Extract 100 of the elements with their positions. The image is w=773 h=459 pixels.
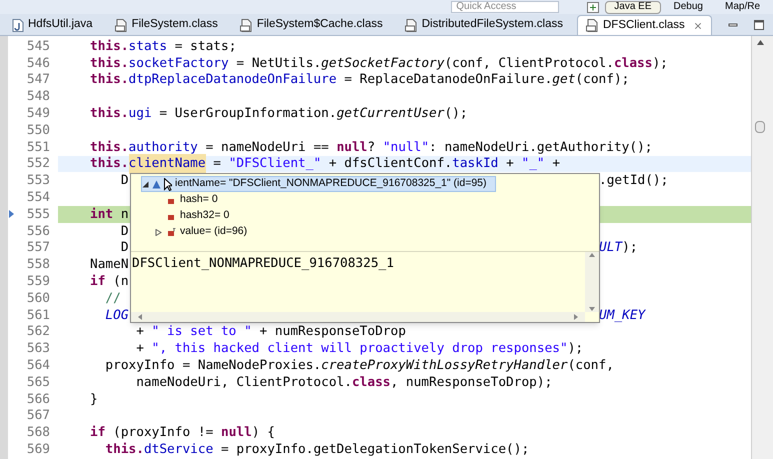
code-token: n [120, 206, 129, 224]
code-token: this. [90, 105, 129, 123]
code-token: D [120, 172, 129, 190]
line-number: 559 [26, 272, 50, 291]
code-token: + [551, 155, 560, 174]
editor-tab[interactable]: DistributedFileSystem.class [396, 15, 571, 35]
class-file-icon [404, 18, 418, 32]
code-token: ULT [599, 239, 622, 258]
code-token: ); [622, 239, 638, 258]
close-icon[interactable] [692, 20, 703, 30]
code-token: (n [112, 272, 129, 291]
open-perspective-icon[interactable] [587, 2, 600, 12]
code-token: = proxyInfo.getDelegationTokenService(); [220, 440, 530, 459]
line-number: 568 [26, 424, 50, 442]
code-token: (proxyInfo != [112, 424, 214, 442]
editor-tab[interactable]: FileSystem.class [106, 15, 226, 35]
code-token: = NetUtils. [235, 54, 322, 73]
code-token: if [90, 424, 106, 442]
code-token: ugi [128, 105, 152, 123]
code-token: // [104, 290, 121, 308]
java-file-icon [12, 18, 24, 32]
code-token: LOG [104, 306, 129, 325]
class-file-icon [586, 19, 599, 32]
line-number: 557 [26, 239, 50, 258]
scrollbar-thumb[interactable] [755, 121, 765, 133]
line-number: 545 [26, 38, 50, 56]
code-token: this. [90, 71, 129, 90]
scroll-up-icon[interactable] [757, 40, 764, 45]
line-number: 555 [26, 206, 50, 224]
maximize-icon[interactable] [753, 19, 765, 31]
line-number: 553 [26, 172, 50, 190]
code-token: class [352, 374, 390, 392]
field-icon [152, 180, 161, 188]
scroll-right-icon[interactable] [573, 314, 579, 320]
expanded-arrow-icon[interactable] [142, 180, 149, 188]
line-number: 550 [26, 122, 50, 140]
horizontal-scrollbar[interactable] [131, 312, 585, 322]
code-token: dtpReplaceDatanodeOnFailure [128, 71, 337, 90]
code-token: ); [568, 340, 584, 358]
code-token: , numResponseToDrop); [390, 374, 552, 392]
code-token: getSocketFactory [321, 54, 444, 73]
code-token: int [90, 206, 114, 224]
code-token: proxyInfo = NameNodeProxies. [104, 356, 322, 375]
code-token: + numResponseToDrop [258, 323, 406, 342]
code-token: (conf); [575, 71, 630, 90]
line-number: 567 [26, 407, 50, 426]
code-token: ? [367, 138, 376, 157]
code-token: NameN [90, 256, 129, 274]
code-token: null [336, 138, 368, 157]
editor-tab[interactable]: DFSClient.class [576, 15, 712, 35]
line-number: 560 [26, 290, 50, 308]
code-token: socketFactory [128, 54, 229, 73]
code-token: (); [444, 105, 468, 123]
class-file-icon [240, 18, 253, 32]
code-token: = [212, 155, 222, 174]
code-token: + [135, 323, 145, 342]
code-token: authority [128, 138, 198, 157]
pointer-cursor-icon [164, 178, 172, 190]
code-token: D [120, 222, 129, 241]
code-token: = ReplaceDatanodeOnFailure. [343, 71, 552, 90]
perspective-button[interactable]: Map/Re [716, 0, 769, 14]
field-value: hash= 0 [180, 192, 218, 208]
code-token: nameNodeUri, ClientProtocol. [135, 374, 352, 392]
editor-tab[interactable]: HdfsUtil.java [4, 15, 101, 35]
code-token: this. [104, 440, 144, 459]
collapsed-arrow-icon[interactable] [155, 228, 162, 236]
code-token: this. [90, 155, 129, 174]
quick-access-field[interactable]: Quick Access [451, 1, 560, 13]
code-token: UM_KEY [599, 306, 646, 325]
scroll-left-icon[interactable] [137, 314, 143, 320]
code-token: ) { [252, 424, 275, 442]
scroll-down-icon[interactable] [589, 306, 595, 312]
code-token: ", this hacked client will proactively drop responses" [152, 340, 568, 358]
perspective-button[interactable]: Java EE [605, 0, 661, 14]
line-number: 549 [26, 105, 50, 123]
code-token: this. [90, 38, 129, 56]
line-number: 554 [26, 188, 50, 207]
code-token: taskId [452, 155, 498, 174]
code-token: : nameNodeUri.getAuthority(); [429, 138, 652, 157]
code-token: (conf, ClientProtocol. [444, 54, 614, 73]
code-token: " is set to " [152, 323, 252, 342]
field-value: hash32= 0 [180, 208, 230, 224]
code-token: D [120, 239, 129, 258]
vertical-scrollbar[interactable] [585, 252, 599, 312]
line-number: 546 [26, 54, 50, 73]
editor-tab[interactable]: FileSystem$Cache.class [232, 15, 391, 35]
code-token: = UserGroupInformation. [158, 105, 337, 123]
line-number: 556 [26, 222, 50, 241]
variable-detail-text: DFSClient_NONMAPREDUCE_916708325_1 [132, 256, 394, 271]
line-number: 558 [26, 256, 50, 274]
line-number: 551 [26, 138, 50, 157]
code-token: "DFSClient_" [228, 155, 322, 174]
code-token: ); [652, 54, 668, 73]
code-token: createProxyWithLossyRetryHandler [321, 356, 568, 375]
scroll-up-icon[interactable] [589, 252, 595, 258]
code-token: if [90, 272, 106, 291]
code-token: stats [128, 38, 168, 56]
code-token: get [552, 71, 576, 90]
code-token: getCurrentUser [336, 105, 444, 123]
perspective-button[interactable]: Debug [664, 0, 712, 14]
